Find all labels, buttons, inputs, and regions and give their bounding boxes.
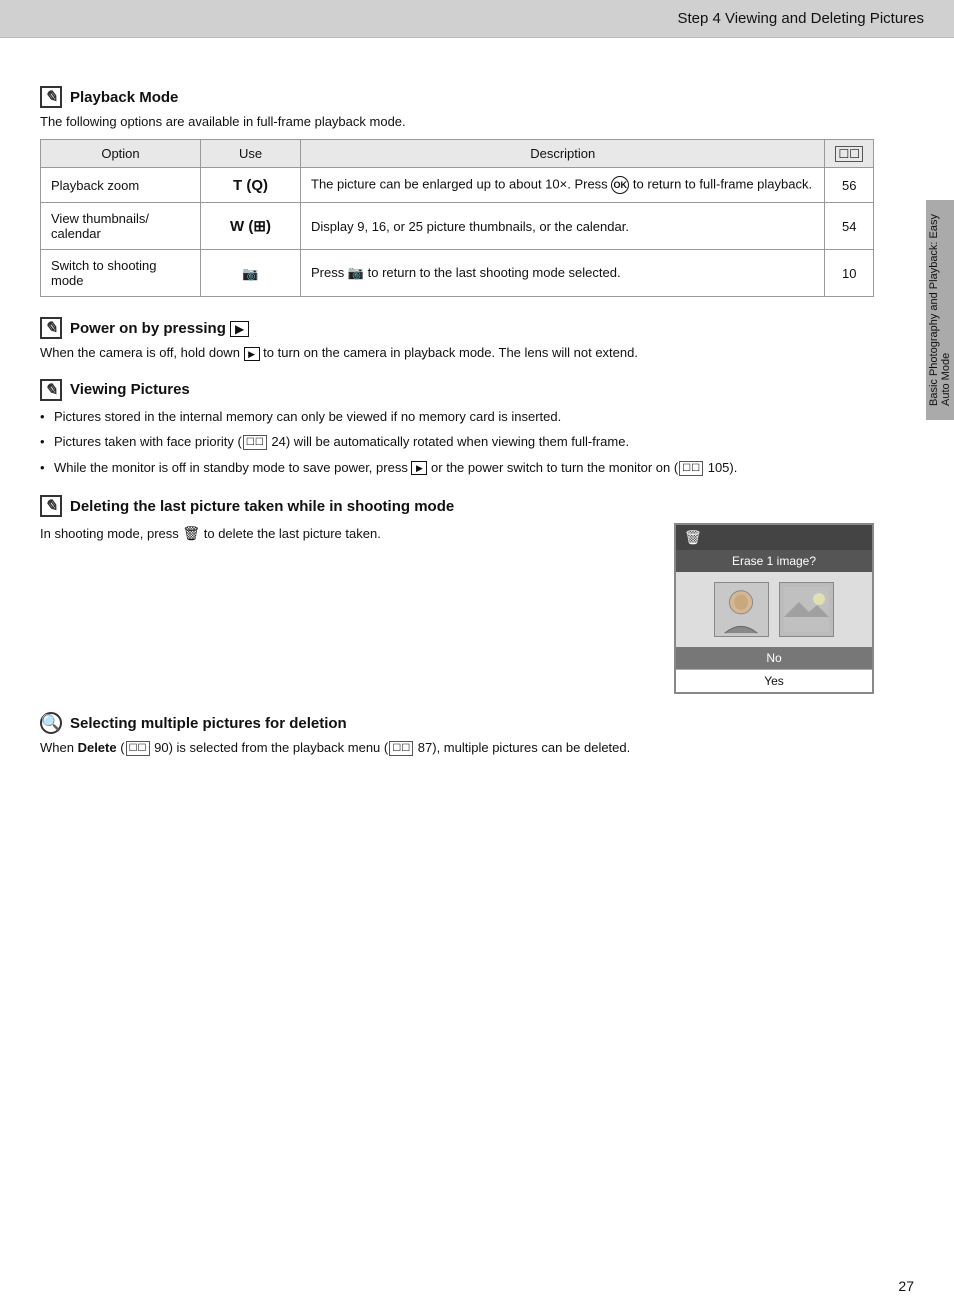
header-title: Step 4 Viewing and Deleting Pictures xyxy=(677,10,924,27)
camera-screen: 🗑 Erase 1 image? xyxy=(674,523,874,694)
playback-mode-heading: ✎ Playback Mode xyxy=(40,86,874,108)
col-ref: ☐☐ xyxy=(825,140,874,168)
delete-description: In shooting mode, press 🗑 to delete the … xyxy=(40,523,654,544)
power-on-heading: ✎ Power on by pressing ▶ xyxy=(40,317,874,339)
camera-yes-button[interactable]: Yes xyxy=(676,669,872,692)
deleting-title: Deleting the last picture taken while in… xyxy=(70,498,454,515)
desc-switch-shooting: Press 📷 to return to the last shooting m… xyxy=(301,250,825,297)
option-switch-shooting: Switch to shooting mode xyxy=(41,250,201,297)
selecting-search-icon: 🔍 xyxy=(40,712,62,734)
camera-image-area xyxy=(676,572,872,647)
playback-note-icon: ✎ xyxy=(40,86,62,108)
viewing-note-icon: ✎ xyxy=(40,379,62,401)
power-on-desc: When the camera is off, hold down ▶ to t… xyxy=(40,345,874,361)
power-on-title: Power on by pressing ▶ xyxy=(70,320,249,337)
option-view-thumbnails: View thumbnails/calendar xyxy=(41,203,201,250)
ref-box-24: ☐☐ xyxy=(243,435,267,450)
list-item: Pictures stored in the internal memory c… xyxy=(40,407,874,427)
col-option: Option xyxy=(41,140,201,168)
use-playback-zoom: T (Q) xyxy=(201,168,301,203)
col-use: Use xyxy=(201,140,301,168)
ref-switch-shooting: 10 xyxy=(825,250,874,297)
play-button-icon2: ▶ xyxy=(411,461,427,475)
camera-screen-top: 🗑 xyxy=(676,525,872,550)
key-W: W (⊞) xyxy=(230,218,271,235)
photo-thumb-main xyxy=(714,582,769,637)
table-row: View thumbnails/calendar W (⊞) Display 9… xyxy=(41,203,874,250)
ref-box-87: ☐☐ xyxy=(389,741,413,756)
ref-box-90: ☐☐ xyxy=(126,741,150,756)
list-item: While the monitor is off in standby mode… xyxy=(40,458,874,478)
trash-inline-icon: 🗑 xyxy=(182,525,200,541)
selecting-desc: When Delete (☐☐ 90) is selected from the… xyxy=(40,740,874,756)
ref-box-105: ☐☐ xyxy=(679,461,703,476)
landscape-svg xyxy=(784,587,829,632)
ref-playback-zoom: 56 xyxy=(825,168,874,203)
erase-label: Erase 1 image? xyxy=(676,550,872,572)
page-number: 27 xyxy=(898,1278,914,1294)
play-button-icon: ▶ xyxy=(244,347,260,361)
camera-icon: 📷 xyxy=(242,266,258,282)
sidebar-tab: Basic Photography and Playback: Easy Aut… xyxy=(926,200,954,420)
sidebar-label: Basic Photography and Playback: Easy Aut… xyxy=(928,214,952,406)
deleting-note-icon: ✎ xyxy=(40,495,62,517)
table-row: Playback zoom T (Q) The picture can be e… xyxy=(41,168,874,203)
delete-layout: In shooting mode, press 🗑 to delete the … xyxy=(40,523,874,694)
options-table: Option Use Description ☐☐ Playback zoom … xyxy=(40,139,874,297)
selecting-heading: 🔍 Selecting multiple pictures for deleti… xyxy=(40,712,874,734)
page-header: Step 4 Viewing and Deleting Pictures xyxy=(0,0,954,38)
list-item: Pictures taken with face priority (☐☐ 24… xyxy=(40,432,874,452)
person-svg xyxy=(715,582,768,637)
delete-bold: Delete xyxy=(78,740,117,755)
camera-inline-icon: 📷 xyxy=(348,265,364,281)
selecting-title: Selecting multiple pictures for deletion xyxy=(70,715,347,732)
photo-thumb-secondary xyxy=(779,582,834,637)
deleting-heading: ✎ Deleting the last picture taken while … xyxy=(40,495,874,517)
playback-mode-title: Playback Mode xyxy=(70,89,178,106)
option-playback-zoom: Playback zoom xyxy=(41,168,201,203)
use-view-thumbnails: W (⊞) xyxy=(201,203,301,250)
camera-no-button[interactable]: No xyxy=(676,647,872,669)
desc-playback-zoom: The picture can be enlarged up to about … xyxy=(301,168,825,203)
viewing-pictures-title: Viewing Pictures xyxy=(70,381,190,398)
table-row: Switch to shooting mode 📷 Press 📷 to ret… xyxy=(41,250,874,297)
camera-screen-body: Erase 1 image? xyxy=(676,550,872,692)
ok-button-icon: OK xyxy=(611,176,629,194)
col-description: Description xyxy=(301,140,825,168)
power-note-icon: ✎ xyxy=(40,317,62,339)
use-switch-shooting: 📷 xyxy=(201,250,301,297)
viewing-pictures-list: Pictures stored in the internal memory c… xyxy=(40,407,874,478)
camera-trash-icon: 🗑 xyxy=(684,529,702,546)
key-T: T (Q) xyxy=(233,177,268,194)
main-content: ✎ Playback Mode The following options ar… xyxy=(0,38,924,806)
viewing-pictures-heading: ✎ Viewing Pictures xyxy=(40,379,874,401)
playback-mode-desc: The following options are available in f… xyxy=(40,114,874,129)
ref-view-thumbnails: 54 xyxy=(825,203,874,250)
desc-view-thumbnails: Display 9, 16, or 25 picture thumbnails,… xyxy=(301,203,825,250)
